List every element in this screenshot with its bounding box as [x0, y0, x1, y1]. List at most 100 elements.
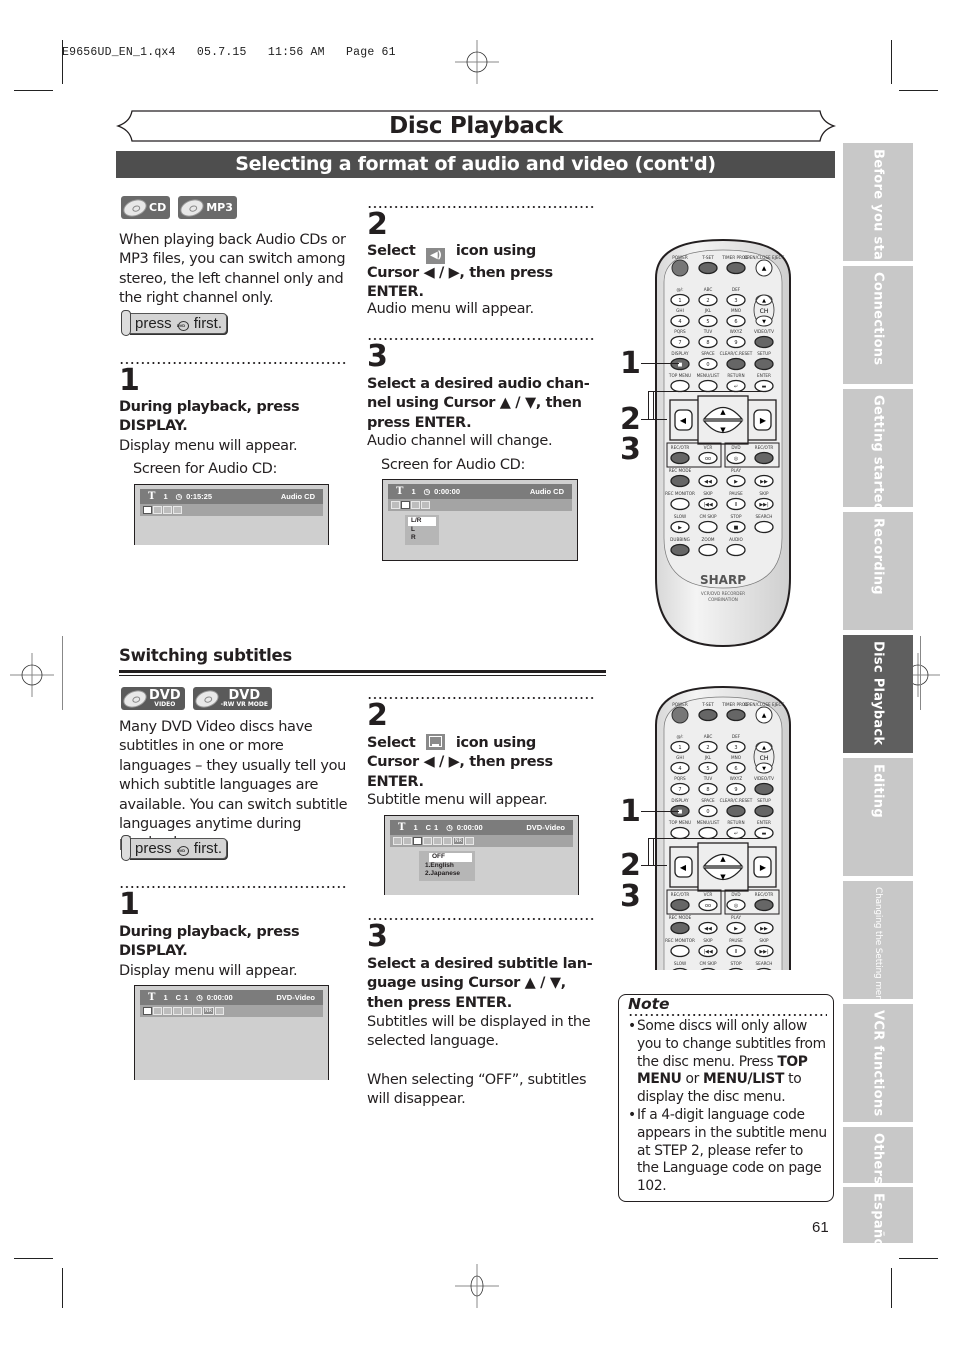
marker-icon[interactable] [193, 1007, 202, 1015]
zoom-icon[interactable] [215, 1007, 224, 1015]
cursor-right-button[interactable]: ▶ [753, 856, 772, 878]
remote-button-pause[interactable]: PAUSE II [726, 491, 746, 511]
repeat-icon[interactable] [183, 1007, 192, 1015]
remote-button-dubbing[interactable]: DUBBING [670, 537, 690, 557]
remote-button-label: CH [760, 755, 769, 762]
remote-button-enter[interactable]: ENTER ▬ [754, 820, 774, 840]
marker-icon[interactable] [443, 837, 452, 845]
noise-reduction-icon[interactable]: NR [203, 1007, 214, 1015]
osd-icon-row: NR [140, 1005, 323, 1017]
remote-button-recotr[interactable]: REC/OTR [670, 892, 690, 912]
disc-icon [120, 686, 150, 711]
remote-button-ff[interactable]: ▶▶ [754, 921, 774, 935]
search-icon[interactable] [143, 506, 152, 514]
svg-text:oo: oo [705, 903, 711, 909]
remote-button-recotr[interactable]: REC/OTR [754, 445, 774, 465]
svg-text:1: 1 [678, 298, 681, 304]
callout-number: 3 [620, 432, 641, 467]
remote-button-search[interactable]: SEARCH [754, 514, 774, 534]
cursor-left-button[interactable]: ◀ [674, 409, 693, 431]
remote-button-display[interactable]: DISPLAY■ [670, 798, 690, 818]
remote-button-videotv[interactable]: VIDEO/TV [754, 776, 774, 796]
side-tab-changing-setting-menu[interactable]: Changing the Setting menu [843, 881, 913, 1006]
subtitle-language-menu: OFF 1.English 2.Japanese [419, 851, 475, 881]
step-divider [119, 886, 347, 888]
remote-button-cmskip[interactable]: CM SKIP [698, 514, 718, 534]
remote-button-videotv[interactable]: VIDEO/TV [754, 329, 774, 349]
side-tab-vcr-functions[interactable]: VCR functions [843, 1004, 913, 1122]
remote-button-power[interactable]: POWER [671, 702, 689, 724]
remote-button-setup[interactable]: SETUP [754, 798, 774, 818]
remote-button-recotr[interactable]: REC/OTR [754, 892, 774, 912]
page-title: Disc Playback [389, 113, 563, 139]
side-tab-editing[interactable]: Editing [843, 758, 913, 876]
remote-button-chdn[interactable]: ▼ [755, 315, 773, 327]
marker-icon[interactable] [421, 501, 430, 509]
zoom-icon[interactable] [465, 837, 474, 845]
callout-number: 1 [620, 346, 641, 381]
search-icon[interactable] [393, 837, 402, 845]
remote-button-return[interactable]: RETURN ↵ [726, 373, 746, 393]
subtitle-icon[interactable] [413, 837, 422, 845]
menu-option[interactable]: L/R [408, 517, 436, 526]
remote-button-power[interactable]: POWER [671, 255, 689, 277]
side-tab-before-you-start[interactable]: Before you start [843, 143, 913, 273]
menu-option[interactable]: L [408, 526, 436, 535]
svg-text:5: 5 [706, 766, 709, 772]
remote-button-space[interactable]: SPACE 0 [698, 798, 718, 818]
callout-leader [648, 391, 763, 393]
title-icon: T [398, 822, 406, 833]
remote-button-display[interactable]: DISPLAY■ [670, 351, 690, 371]
step-divider [367, 338, 595, 340]
repeat-icon[interactable] [411, 501, 420, 509]
remote-button-pause[interactable]: PAUSE II [726, 938, 746, 958]
svg-text:↵: ↵ [734, 384, 738, 390]
side-tab-recording[interactable]: Recording [843, 512, 913, 630]
audio-icon[interactable] [153, 1007, 162, 1015]
crop-mark [62, 636, 63, 710]
remote-button-recotr[interactable]: REC/OTR [670, 445, 690, 465]
remote-button-label: MNO [731, 755, 742, 760]
search-icon[interactable] [391, 501, 400, 509]
remote-button-chdn[interactable]: ▼ [755, 762, 773, 774]
cursor-right-button[interactable]: ▶ [753, 409, 772, 431]
side-tab-connections[interactable]: Connections [843, 266, 913, 384]
remote-button-audio[interactable]: AUDIO [726, 537, 746, 557]
remote-button-label: SEARCH [756, 514, 773, 519]
audio-icon[interactable] [403, 837, 412, 845]
noise-reduction-icon[interactable]: NR [453, 837, 464, 845]
side-tab-disc-playback[interactable]: Disc Playback [843, 635, 913, 753]
audio-icon[interactable] [401, 501, 410, 509]
side-tab-others[interactable]: Others [843, 1127, 913, 1184]
menu-option[interactable]: OFF [429, 853, 472, 862]
mp3-badge: MP3 [178, 195, 237, 220]
subtitle-icon[interactable] [163, 1007, 172, 1015]
callout-leader [641, 419, 667, 421]
cursor-left-button[interactable]: ◀ [674, 856, 693, 878]
remote-button-chup[interactable]: ▲ [755, 294, 773, 306]
repeat-icon[interactable] [433, 837, 442, 845]
menu-option[interactable]: 2.Japanese [422, 870, 472, 879]
angle-icon[interactable] [173, 1007, 182, 1015]
marker-icon[interactable] [173, 506, 182, 514]
remote-button-ff[interactable]: ▶▶ [754, 474, 774, 488]
remote-button-rew[interactable]: ◀◀ [698, 921, 718, 935]
search-icon[interactable] [143, 1007, 152, 1015]
remote-button-return[interactable]: RETURN ↵ [726, 820, 746, 840]
remote-button-label: TOP MENU [668, 373, 691, 378]
remote-button-chup[interactable]: ▲ [755, 741, 773, 753]
audio-disc-badges: CD MP3 [120, 195, 237, 220]
angle-icon[interactable] [423, 837, 432, 845]
menu-option[interactable]: 1.English [422, 862, 472, 871]
remote-button-setup[interactable]: SETUP [754, 351, 774, 371]
audio-icon[interactable] [153, 506, 162, 514]
side-tab-getting-started[interactable]: Getting started [843, 389, 913, 512]
side-tab-espanol[interactable]: Español [843, 1187, 913, 1252]
remote-button-enter[interactable]: ENTER ▬ [754, 373, 774, 393]
remote-button-space[interactable]: SPACE 0 [698, 351, 718, 371]
svg-text:▬: ▬ [762, 384, 767, 390]
remote-button-zoom[interactable]: ZOOM [698, 537, 718, 557]
remote-button-rew[interactable]: ◀◀ [698, 474, 718, 488]
repeat-icon[interactable] [163, 506, 172, 514]
menu-option[interactable]: R [408, 534, 436, 543]
